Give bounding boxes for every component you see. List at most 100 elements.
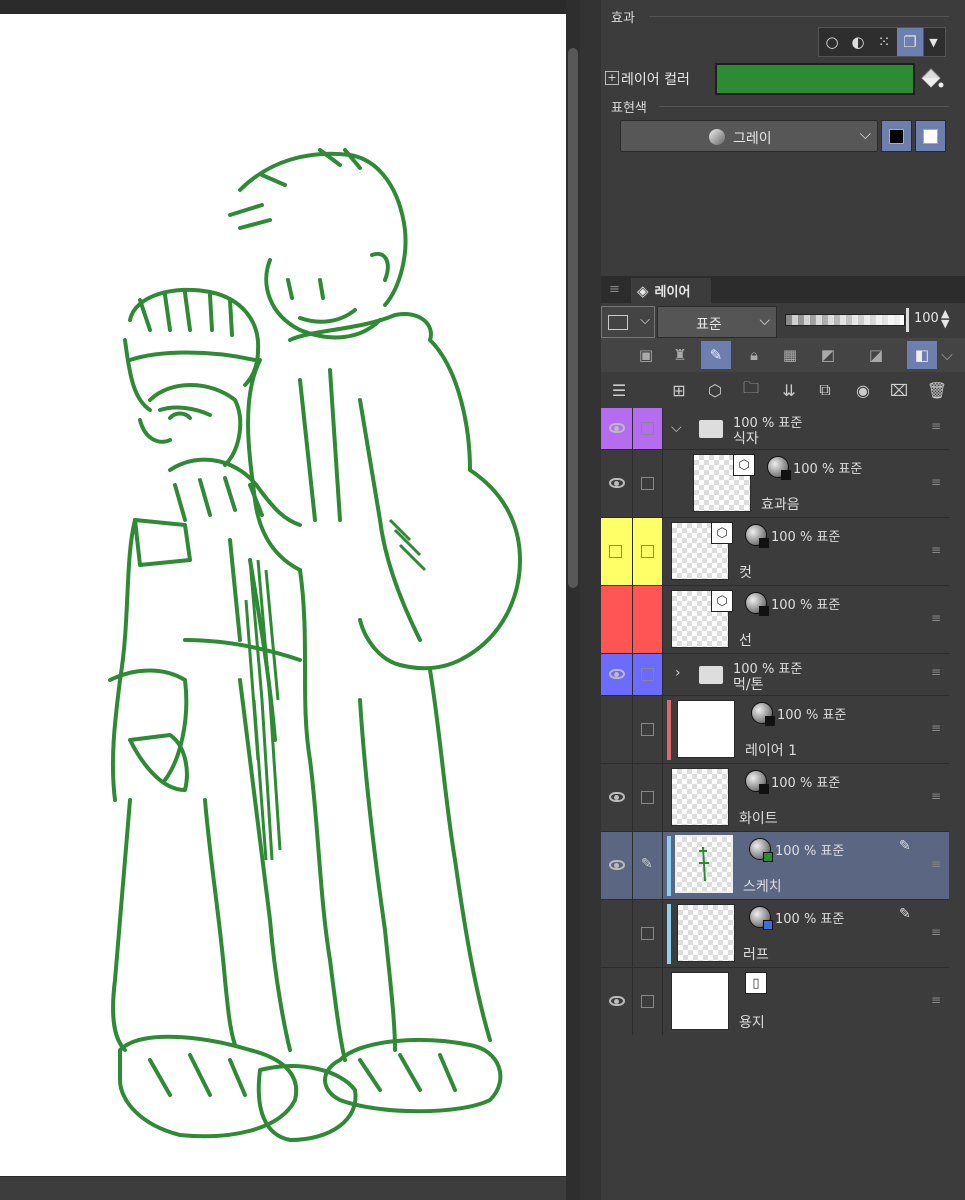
layer-menu-icon[interactable]: ≡ <box>931 666 941 678</box>
new-vector-layer-icon[interactable]: ⬡ <box>703 378 727 402</box>
black-color-button[interactable] <box>881 120 912 152</box>
layer-property-select[interactable]: ⌵ <box>601 306 655 338</box>
expand-plus-icon[interactable]: + <box>605 71 619 85</box>
folder-icon <box>699 420 723 438</box>
effect-border-icon[interactable]: ◐ <box>845 28 871 56</box>
lock-toggle[interactable] <box>633 968 663 1035</box>
ruler-icon[interactable]: ◪ <box>861 341 891 369</box>
clip-icon[interactable]: ▣ <box>631 341 661 369</box>
merge-down-icon[interactable]: ⧉ <box>813 378 837 402</box>
visibility-toggle[interactable] <box>601 832 633 899</box>
lock-toggle[interactable] <box>633 696 663 763</box>
vector-layer-icon: ⬡ <box>711 590 733 612</box>
layer-row[interactable]: 100 % 표준 레이어 1 ≡ <box>601 696 949 764</box>
layer-row-selected[interactable]: ✎ 100 % 표준 스케치 ✎ ≡ <box>601 832 949 900</box>
transfer-down-icon[interactable]: ⇊ <box>777 378 801 402</box>
visibility-toggle[interactable] <box>601 518 633 585</box>
lock-toggle[interactable] <box>633 764 663 831</box>
visibility-toggle[interactable] <box>601 586 633 653</box>
color-mode-icon <box>745 524 769 548</box>
layer-list-icon[interactable]: ☰ <box>607 378 631 402</box>
effect-tone-icon[interactable]: ⁙ <box>871 28 897 56</box>
opacity-slider[interactable] <box>785 314 905 326</box>
layer-row[interactable]: 100 % 표준 화이트 ≡ <box>601 764 949 832</box>
white-color-button[interactable] <box>915 120 946 152</box>
layer-name: 스케치 <box>743 879 782 895</box>
layer-menu-icon[interactable]: ≡ <box>931 420 941 432</box>
visibility-toggle[interactable] <box>601 450 633 517</box>
effect-layer-color-icon[interactable]: ❐ <box>897 28 923 56</box>
layer-menu-icon[interactable]: ≡ <box>931 612 941 624</box>
effect-none-icon[interactable]: ○ <box>819 28 845 56</box>
lock-toggle[interactable] <box>633 586 663 653</box>
lock-toggle[interactable] <box>633 450 663 517</box>
lock-transparency-icon[interactable]: ▦ <box>775 341 805 369</box>
visibility-toggle[interactable] <box>601 764 633 831</box>
visibility-toggle[interactable] <box>601 968 633 1035</box>
lock-icon[interactable]: 🔒︎ <box>739 341 769 369</box>
lock-toggle[interactable] <box>633 900 663 967</box>
layer-row[interactable]: ▯ 용지 ≡ <box>601 968 949 1036</box>
lock-toggle[interactable] <box>633 654 663 695</box>
layer-row[interactable]: ⌵ 100 % 표준 식자 ≡ <box>601 408 949 450</box>
vertical-scrollbar-thumb[interactable] <box>568 48 578 588</box>
vertical-scrollbar[interactable] <box>566 0 580 1200</box>
paint-bucket-icon[interactable] <box>918 66 944 92</box>
opacity-slider-handle[interactable] <box>906 308 909 332</box>
blend-mode-value: 표준 <box>696 317 722 333</box>
layer-menu-icon[interactable]: ≡ <box>931 926 941 938</box>
layer-menu-icon[interactable]: ≡ <box>931 722 941 734</box>
layers-icon: ◈ <box>637 281 649 300</box>
visibility-toggle[interactable] <box>601 900 633 967</box>
layer-menu-icon[interactable]: ≡ <box>931 790 941 802</box>
lock-toggle[interactable]: ✎ <box>633 832 663 899</box>
opacity-value[interactable]: 100 <box>914 311 939 326</box>
lock-toggle[interactable] <box>633 408 663 449</box>
drawing-canvas[interactable] <box>0 14 566 1176</box>
layer-toolbar: ▣ ♜ ✎ 🔒︎ ▦ ◩ ◪ ◧ ⌵ <box>601 338 965 372</box>
draft-layer-icon[interactable]: ✎ <box>701 341 731 369</box>
layer-row[interactable]: ⬡ 100 % 표준 컷 ≡ <box>601 518 949 586</box>
chevron-down-icon[interactable]: ⌵ <box>937 341 957 369</box>
layer-name: 효과음 <box>761 497 800 513</box>
layer-row[interactable]: › 100 % 표준 먹/톤 ≡ <box>601 654 949 696</box>
layer-row[interactable]: 100 % 표준 러프 ✎ ≡ <box>601 900 949 968</box>
expression-color-select[interactable]: 그레이 ⌵ <box>620 120 878 152</box>
layer-menu-icon[interactable]: ≡ <box>931 994 941 1006</box>
new-raster-layer-icon[interactable]: ⊞ <box>667 378 691 402</box>
new-folder-icon[interactable]: 🗀 <box>739 378 763 402</box>
layer-menu-icon[interactable]: ≡ <box>931 544 941 556</box>
right-panel: 효과 ○ ◐ ⁙ ❐ ▼ + 레이어 컬러 표현색 그레이 ⌵ ≡ ◈ 레이어 <box>601 0 965 1200</box>
lock-toggle[interactable] <box>633 518 663 585</box>
layer-row[interactable]: ⬡ 100 % 표준 효과음 ≡ <box>601 450 949 518</box>
tab-layer[interactable]: ◈ 레이어 <box>631 278 711 303</box>
trash-icon[interactable]: 🗑︎ <box>925 378 949 402</box>
layer-row[interactable]: ⬡ 100 % 표준 선 ≡ <box>601 586 949 654</box>
sketch-drawing <box>108 148 522 1142</box>
blend-mode-select[interactable]: 표준 ⌵ <box>657 306 777 338</box>
layer-color-icon[interactable]: ◧ <box>907 341 937 369</box>
visibility-toggle[interactable] <box>601 408 633 449</box>
apply-mask-icon[interactable]: ⌧ <box>887 378 911 402</box>
chevron-down-icon[interactable]: ⌵ <box>671 420 682 436</box>
opacity-spinner-icon[interactable]: ▲ ▼ <box>941 308 949 329</box>
layer-color-swatch[interactable] <box>715 63 915 95</box>
draft-layer-icon: ✎ <box>899 838 911 854</box>
chevron-right-icon[interactable]: › <box>675 665 681 681</box>
layer-menu-icon[interactable]: ≡ <box>931 858 941 870</box>
paper-layer-icon: ▯ <box>745 972 767 994</box>
create-mask-icon[interactable]: ◉ <box>851 378 875 402</box>
checkbox <box>641 545 654 558</box>
layer-status: 100 % 표준 <box>771 776 841 791</box>
panel-menu-icon[interactable]: ≡ <box>609 282 620 297</box>
chevron-down-icon[interactable]: ▼ <box>923 28 943 56</box>
mask-icon[interactable]: ◩ <box>813 341 843 369</box>
layer-color-bar <box>667 836 671 896</box>
horizontal-scrollbar[interactable] <box>0 1176 566 1200</box>
layer-tabbar: ≡ ◈ 레이어 <box>601 276 965 303</box>
layer-menu-icon[interactable]: ≡ <box>931 476 941 488</box>
visibility-toggle[interactable] <box>601 654 633 695</box>
visibility-toggle[interactable] <box>601 696 633 763</box>
draft-layer-icon: ✎ <box>899 906 911 922</box>
reference-icon[interactable]: ♜ <box>665 341 695 369</box>
